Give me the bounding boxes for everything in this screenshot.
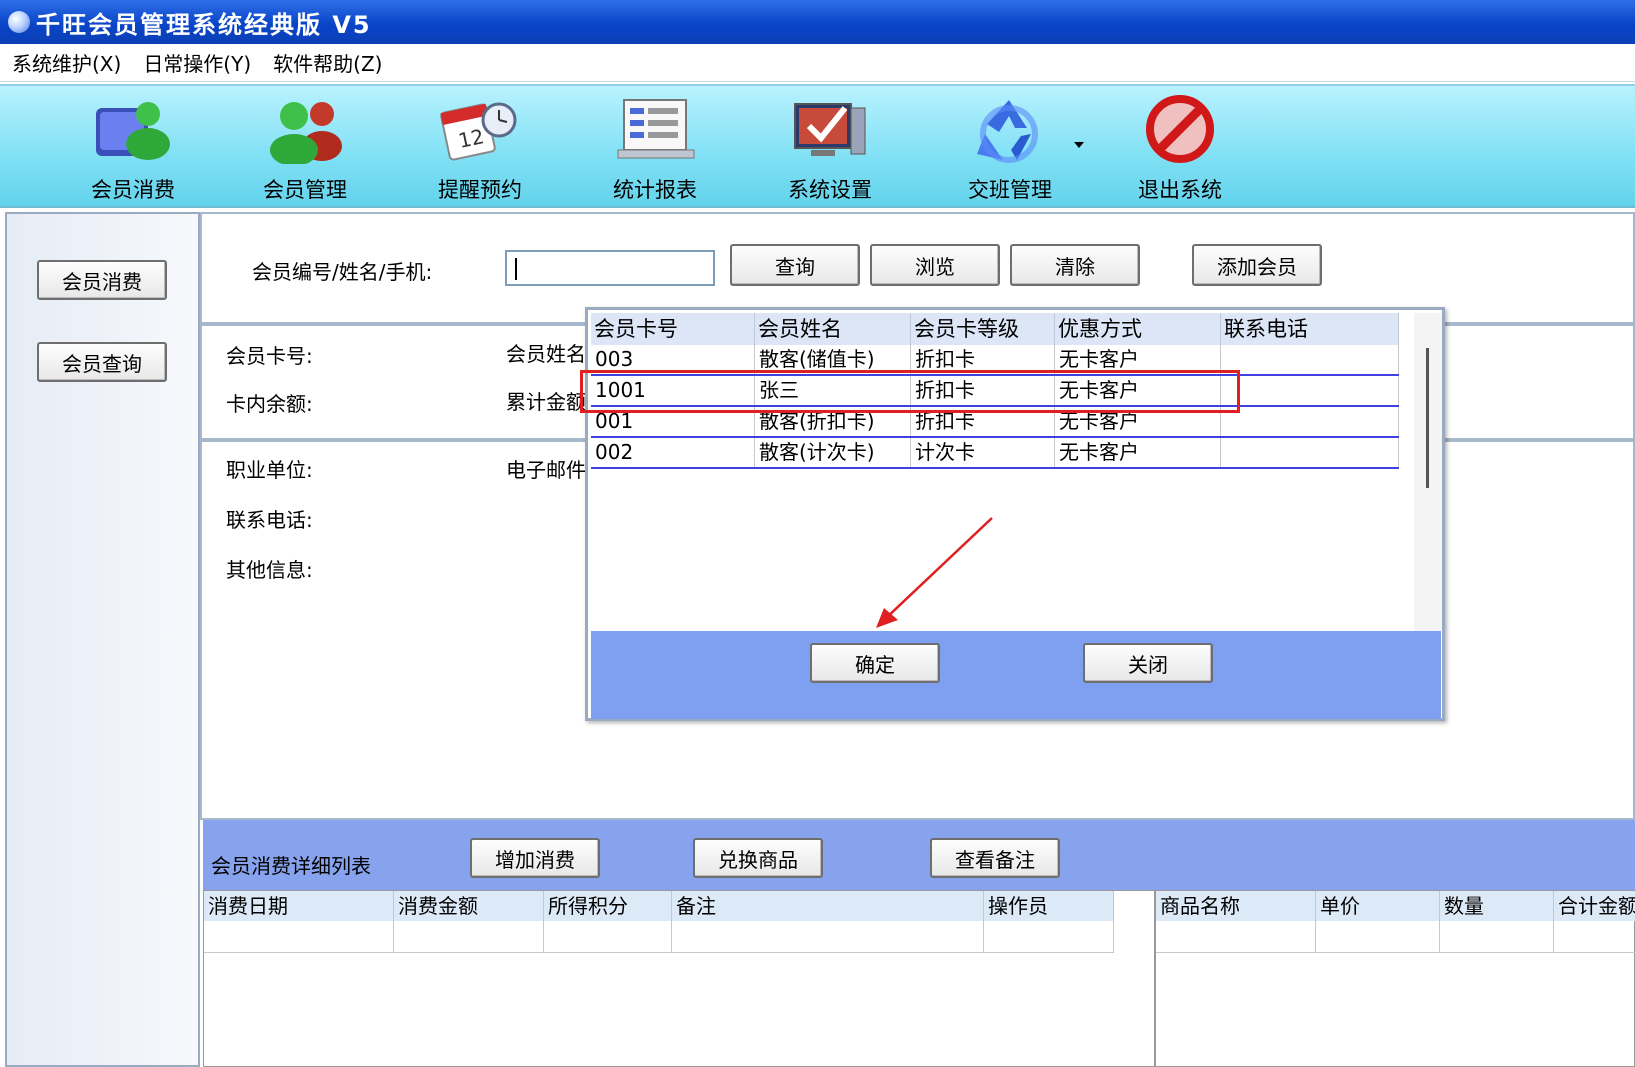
selection-highlight-box bbox=[580, 370, 1240, 413]
member-manage-icon bbox=[264, 94, 346, 166]
row-phone bbox=[1221, 407, 1399, 436]
shift-dropdown-arrow-icon[interactable] bbox=[1074, 142, 1084, 148]
row-discount-type: 无卡客户 bbox=[1055, 438, 1221, 467]
menu-daily-operations[interactable]: 日常操作(Y) bbox=[143, 48, 251, 77]
menu-software-help[interactable]: 软件帮助(Z) bbox=[273, 48, 382, 77]
toolbar-settings[interactable]: 系统设置 bbox=[765, 94, 895, 204]
toolbar-reminder-label: 提醒预约 bbox=[438, 178, 522, 202]
work-unit-label: 职业单位: bbox=[226, 458, 313, 482]
table-cell bbox=[394, 921, 544, 953]
calendar-clock-icon: 12 bbox=[439, 94, 521, 164]
row-card-no: 002 bbox=[591, 438, 755, 467]
column-header-operator[interactable]: 操作员 bbox=[984, 891, 1114, 921]
row-phone bbox=[1221, 438, 1399, 467]
report-icon bbox=[614, 94, 696, 164]
app-window: 千旺会员管理系统经典版 V5 系统维护(X) 日常操作(Y) 软件帮助(Z) 会… bbox=[0, 0, 1635, 1067]
table-cell bbox=[672, 921, 984, 953]
view-note-button[interactable]: 查看备注 bbox=[930, 838, 1060, 878]
toolbar-exit[interactable]: 退出系统 bbox=[1115, 94, 1245, 204]
toolbar-reports[interactable]: 统计报表 bbox=[590, 94, 720, 204]
table-cell bbox=[984, 921, 1114, 953]
recycle-icon bbox=[969, 94, 1051, 164]
column-header-quantity[interactable]: 数量 bbox=[1440, 891, 1554, 921]
query-button[interactable]: 查询 bbox=[730, 244, 860, 286]
column-header-phone[interactable]: 联系电话 bbox=[1221, 313, 1399, 345]
column-header-date[interactable]: 消费日期 bbox=[204, 891, 394, 921]
ok-button[interactable]: 确定 bbox=[810, 643, 940, 683]
toolbar-reports-label: 统计报表 bbox=[613, 178, 697, 202]
other-info-label: 其他信息: bbox=[226, 558, 313, 582]
row-phone bbox=[1221, 376, 1399, 405]
text-caret bbox=[515, 258, 517, 280]
dialog-footer bbox=[591, 631, 1441, 719]
toolbar-reminder[interactable]: 12 提醒预约 bbox=[415, 94, 545, 204]
scrollbar-thumb[interactable] bbox=[1426, 348, 1429, 488]
column-header-discount-type[interactable]: 优惠方式 bbox=[1055, 313, 1221, 345]
column-header-goods-name[interactable]: 商品名称 bbox=[1156, 891, 1316, 921]
email-label: 电子邮件 bbox=[506, 458, 586, 482]
toolbar-member-manage-label: 会员管理 bbox=[263, 178, 347, 202]
list-item[interactable]: 002 散客(计次卡) 计次卡 无卡客户 bbox=[591, 438, 1399, 469]
search-label: 会员编号/姓名/手机: bbox=[252, 260, 433, 284]
toolbar-member-consume[interactable]: 会员消费 bbox=[68, 94, 198, 204]
table-cell bbox=[1316, 921, 1440, 953]
add-consume-button[interactable]: 增加消费 bbox=[470, 838, 600, 878]
clear-button[interactable]: 清除 bbox=[1010, 244, 1140, 286]
title-bar: 千旺会员管理系统经典版 V5 bbox=[0, 0, 1635, 44]
column-header-note[interactable]: 备注 bbox=[672, 891, 984, 921]
column-header-unit-price[interactable]: 单价 bbox=[1316, 891, 1440, 921]
add-member-button[interactable]: 添加会员 bbox=[1192, 244, 1322, 286]
row-member-name: 散客(计次卡) bbox=[755, 438, 911, 467]
total-amount-label: 累计金额 bbox=[506, 390, 586, 414]
member-consume-icon bbox=[92, 94, 174, 164]
vertical-scrollbar[interactable] bbox=[1414, 313, 1442, 631]
row-phone bbox=[1221, 345, 1399, 374]
card-number-label: 会员卡号: bbox=[226, 344, 313, 368]
column-header-card-no[interactable]: 会员卡号 bbox=[591, 313, 755, 345]
exchange-goods-button[interactable]: 兑换商品 bbox=[693, 838, 823, 878]
column-header-card-level[interactable]: 会员卡等级 bbox=[911, 313, 1055, 345]
sidebar-consume-button[interactable]: 会员消费 bbox=[37, 260, 167, 300]
toolbar-settings-label: 系统设置 bbox=[788, 178, 872, 202]
table-cell bbox=[1554, 921, 1635, 953]
toolbar-shift[interactable]: 交班管理 bbox=[945, 94, 1075, 204]
menu-bar: 系统维护(X) 日常操作(Y) 软件帮助(Z) bbox=[0, 44, 1635, 82]
consume-detail-title: 会员消费详细列表 bbox=[211, 854, 371, 878]
window-title: 千旺会员管理系统经典版 V5 bbox=[36, 10, 372, 39]
exit-icon bbox=[1139, 94, 1221, 164]
column-header-amount[interactable]: 消费金额 bbox=[394, 891, 544, 921]
table-cell bbox=[1440, 921, 1554, 953]
column-header-member-name[interactable]: 会员姓名 bbox=[755, 313, 911, 345]
browse-button[interactable]: 浏览 bbox=[870, 244, 1000, 286]
column-header-total[interactable]: 合计金额 bbox=[1554, 891, 1635, 921]
card-balance-label: 卡内余额: bbox=[226, 392, 313, 416]
table-cell bbox=[1156, 921, 1316, 953]
contact-phone-label: 联系电话: bbox=[226, 508, 313, 532]
consume-table[interactable]: 消费日期 消费金额 所得积分 备注 操作员 bbox=[203, 890, 1155, 1067]
sidebar-query-button[interactable]: 会员查询 bbox=[37, 342, 167, 382]
toolbar-member-manage[interactable]: 会员管理 bbox=[240, 94, 370, 204]
member-select-list[interactable]: 会员卡号 会员姓名 会员卡等级 优惠方式 联系电话 003 散客(储值卡) 折扣… bbox=[591, 313, 1411, 631]
annotation-arrow-icon bbox=[876, 517, 993, 628]
toolbar-member-consume-label: 会员消费 bbox=[91, 178, 175, 202]
goods-table[interactable]: 商品名称 单价 数量 合计金额 bbox=[1155, 890, 1635, 1067]
menu-system-maintenance[interactable]: 系统维护(X) bbox=[12, 48, 121, 77]
column-header-points[interactable]: 所得积分 bbox=[544, 891, 672, 921]
consume-detail-bar: 会员消费详细列表 bbox=[203, 820, 1635, 890]
table-cell bbox=[204, 921, 394, 953]
toolbar-exit-label: 退出系统 bbox=[1138, 178, 1222, 202]
table-cell bbox=[544, 921, 672, 953]
member-name-label: 会员姓名 bbox=[506, 342, 586, 366]
toolbar-shift-label: 交班管理 bbox=[968, 178, 1052, 202]
toolbar: 会员消费 会员管理 12 提醒预约 统计报表 系统设置 交班管理 退出系统 bbox=[0, 84, 1635, 208]
search-input[interactable] bbox=[505, 250, 715, 286]
app-logo-icon bbox=[8, 11, 30, 33]
close-button[interactable]: 关闭 bbox=[1083, 643, 1213, 683]
left-panel: 会员消费 会员查询 bbox=[5, 212, 200, 1067]
row-card-level: 计次卡 bbox=[911, 438, 1055, 467]
settings-monitor-icon bbox=[789, 94, 871, 164]
